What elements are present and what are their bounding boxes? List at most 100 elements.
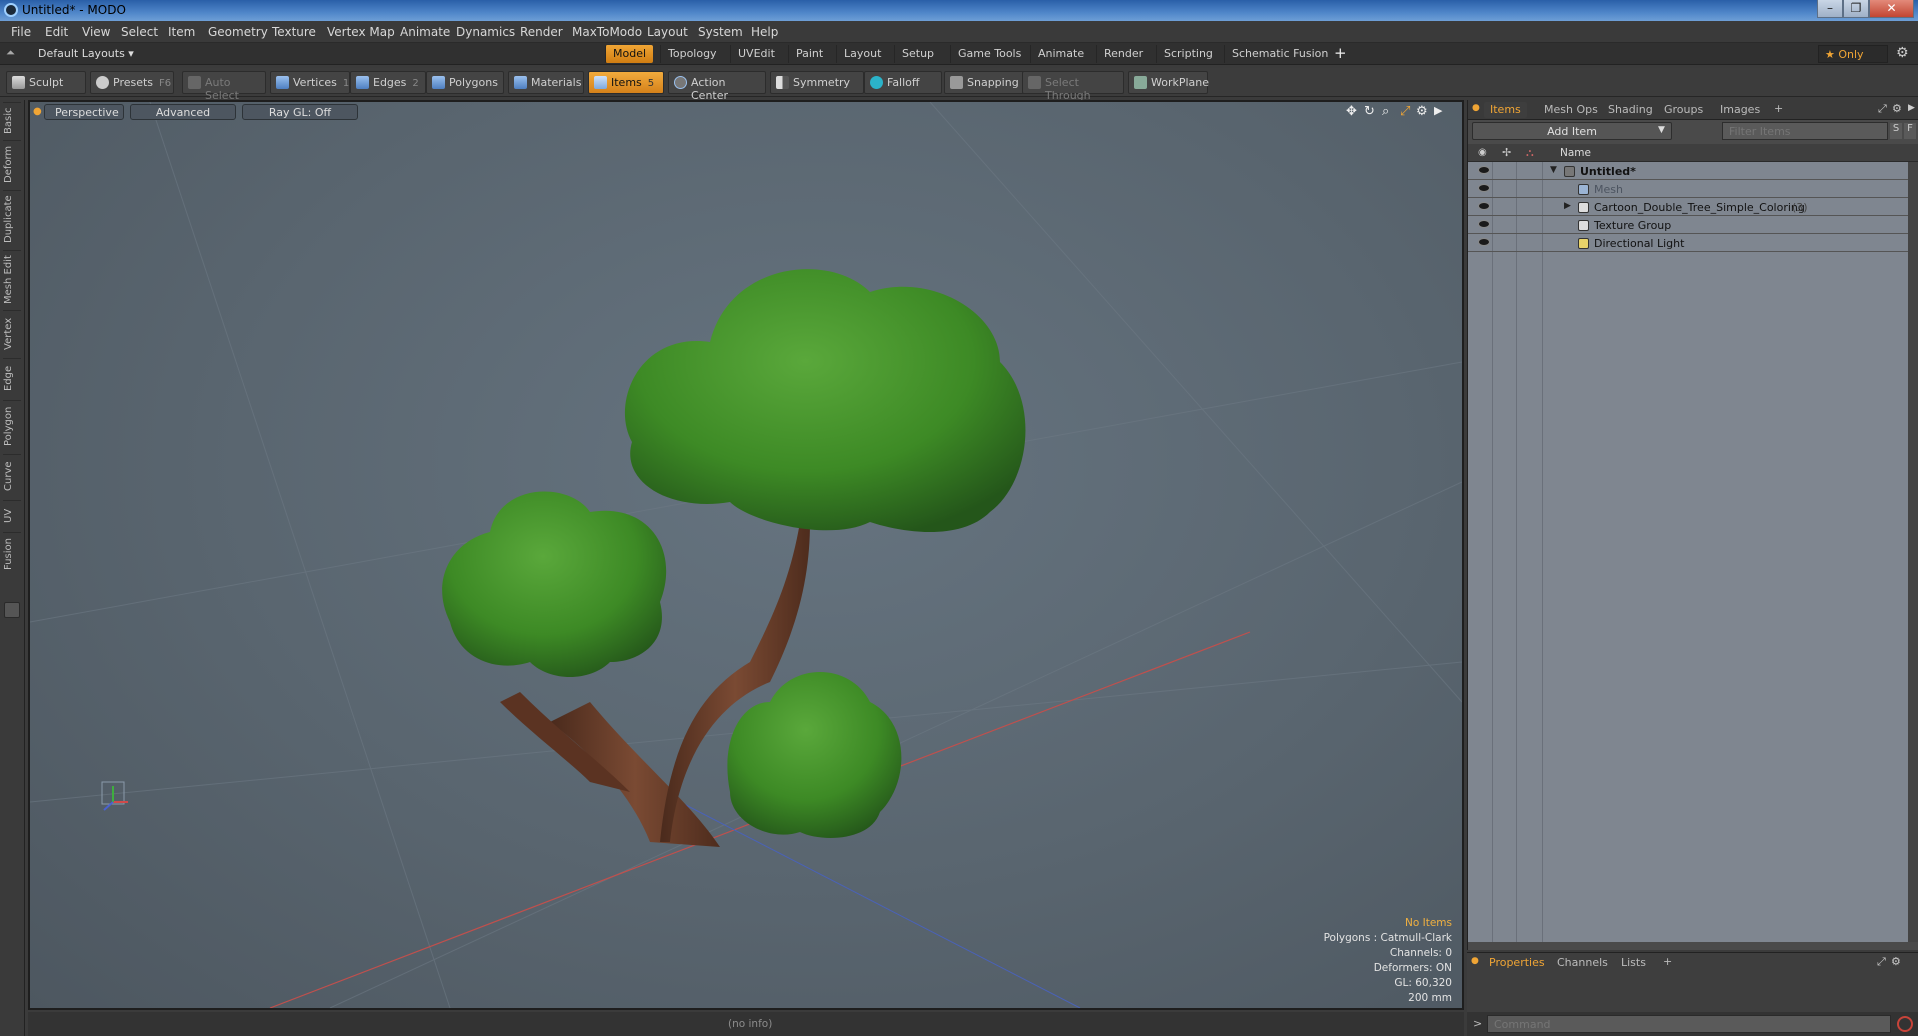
tab-scripting[interactable]: Scripting: [1156, 45, 1220, 63]
filter-s-button[interactable]: S: [1890, 123, 1902, 139]
tab-topology[interactable]: Topology: [660, 45, 724, 63]
menu-texture[interactable]: Texture: [272, 25, 316, 39]
layout-toggle-icon[interactable]: ⏶: [6, 46, 15, 60]
raygl-toggle[interactable]: Ray GL: Off: [242, 104, 358, 120]
type-column-icon[interactable]: ⛬: [1526, 146, 1534, 160]
filter-f-button[interactable]: F: [1904, 123, 1916, 139]
sidebar-tab-polygon[interactable]: Polygon: [3, 400, 21, 452]
close-button[interactable]: ✕: [1869, 0, 1914, 18]
falloff-button[interactable]: Falloff: [864, 71, 942, 94]
add-props-tab-icon[interactable]: +: [1663, 955, 1672, 968]
only-toggle[interactable]: ★ Only: [1818, 45, 1888, 63]
select-through-button[interactable]: Select Through: [1022, 71, 1124, 102]
panel-arrow-icon[interactable]: ▶: [1908, 103, 1915, 113]
tab-properties[interactable]: Properties: [1483, 955, 1551, 971]
tree-row-directional-light[interactable]: Directional Light: [1468, 234, 1908, 252]
menu-maxtomodo[interactable]: MaxToModo: [572, 25, 642, 39]
props-expand-icon[interactable]: ⤢: [1877, 955, 1886, 969]
menu-help[interactable]: Help: [751, 25, 778, 39]
snapping-button[interactable]: Snapping: [944, 71, 1026, 94]
sidebar-tab-vertex[interactable]: Vertex: [3, 310, 21, 356]
minimize-button[interactable]: –: [1817, 0, 1843, 18]
menu-edit[interactable]: Edit: [45, 25, 68, 39]
pan-icon[interactable]: ✥: [1346, 104, 1357, 119]
auto-select-button[interactable]: Auto Select: [182, 71, 266, 102]
tab-layout[interactable]: Layout: [836, 45, 888, 63]
sidebar-tab-deform[interactable]: Deform: [3, 140, 21, 188]
menu-dynamics[interactable]: Dynamics: [456, 25, 515, 39]
items-button[interactable]: Items 5: [588, 71, 664, 94]
viewport-settings-icon[interactable]: ⚙: [1416, 104, 1428, 119]
materials-button[interactable]: Materials: [508, 71, 584, 94]
visibility-eye-icon[interactable]: [1478, 238, 1490, 246]
tree-row-scene[interactable]: ▼ Untitled*: [1468, 162, 1908, 180]
sidebar-tab-fusion[interactable]: Fusion: [3, 532, 21, 576]
action-center-button[interactable]: Action Center: [668, 71, 766, 102]
sculpt-button[interactable]: Sculpt: [6, 71, 86, 94]
tab-groups[interactable]: Groups: [1658, 102, 1709, 118]
viewport-expand-icon[interactable]: ▶: [1434, 104, 1442, 117]
panel-expand-icon[interactable]: ⤢: [1878, 102, 1887, 116]
tab-channels[interactable]: Channels: [1551, 955, 1614, 971]
visibility-eye-icon[interactable]: [1478, 166, 1490, 174]
sidebar-tab-mesh-edit[interactable]: Mesh Edit: [3, 250, 21, 308]
sidebar-tab-basic[interactable]: Basic: [3, 102, 21, 138]
symmetry-button[interactable]: Symmetry: [770, 71, 864, 94]
tab-uvedit[interactable]: UVEdit: [730, 45, 782, 63]
tab-shading[interactable]: Shading: [1602, 102, 1659, 118]
command-history-icon[interactable]: [1897, 1016, 1913, 1032]
sidebar-collapse-button[interactable]: [4, 602, 20, 618]
lock-column-icon[interactable]: ✢: [1502, 146, 1511, 159]
panel-gear-icon[interactable]: ⚙: [1892, 102, 1902, 115]
collapse-arrow-icon[interactable]: ▼: [1550, 165, 1557, 175]
add-panel-tab-icon[interactable]: +: [1774, 102, 1783, 115]
command-input[interactable]: [1487, 1015, 1891, 1033]
vertices-button[interactable]: Vertices 1: [270, 71, 350, 94]
menu-layout[interactable]: Layout: [647, 25, 688, 39]
layout-selector[interactable]: Default Layouts ▾: [38, 47, 134, 60]
tree-row-mesh[interactable]: Mesh: [1468, 180, 1908, 198]
sidebar-tab-edge[interactable]: Edge: [3, 358, 21, 398]
menu-render[interactable]: Render: [520, 25, 563, 39]
sidebar-tab-curve[interactable]: Curve: [3, 454, 21, 498]
tab-schematic-fusion[interactable]: Schematic Fusion: [1224, 45, 1335, 63]
panel-menu-dot-icon[interactable]: ●: [1472, 103, 1480, 113]
tab-game-tools[interactable]: Game Tools: [950, 45, 1028, 63]
menu-geometry[interactable]: Geometry: [208, 25, 268, 39]
menu-vertex-map[interactable]: Vertex Map: [327, 25, 395, 39]
tab-animate[interactable]: Animate: [1030, 45, 1091, 63]
workplane-button[interactable]: WorkPlane: [1128, 71, 1209, 94]
gear-icon[interactable]: ⚙: [1896, 45, 1909, 61]
tab-model[interactable]: Model: [605, 45, 654, 63]
tree-row-tree-group[interactable]: ▶ Cartoon_Double_Tree_Simple_Coloring (3…: [1468, 198, 1908, 216]
props-menu-dot-icon[interactable]: ●: [1471, 956, 1479, 966]
viewport-menu-dot-icon[interactable]: ●: [33, 106, 42, 117]
presets-button[interactable]: Presets F6: [90, 71, 174, 94]
visibility-eye-icon[interactable]: [1478, 184, 1490, 192]
menu-file[interactable]: File: [11, 25, 31, 39]
menu-select[interactable]: Select: [121, 25, 158, 39]
props-gear-icon[interactable]: ⚙: [1891, 955, 1901, 968]
tab-lists[interactable]: Lists: [1615, 955, 1652, 971]
tab-render[interactable]: Render: [1096, 45, 1150, 63]
add-item-button[interactable]: Add Item: [1472, 122, 1672, 140]
expand-arrow-icon[interactable]: ▶: [1564, 201, 1571, 211]
tree-row-texture-group[interactable]: Texture Group: [1468, 216, 1908, 234]
name-column-header[interactable]: Name: [1560, 147, 1591, 159]
fit-view-icon[interactable]: ⤢: [1400, 104, 1410, 119]
3d-viewport[interactable]: ● Perspective Advanced Ray GL: Off ✥ ↻ ⌕…: [28, 100, 1464, 1010]
maximize-button[interactable]: ❐: [1843, 0, 1869, 18]
sidebar-tab-uv[interactable]: UV: [3, 500, 21, 530]
edges-button[interactable]: Edges 2: [350, 71, 426, 94]
view-type-dropdown[interactable]: Perspective: [44, 104, 124, 120]
tab-paint[interactable]: Paint: [788, 45, 830, 63]
polygons-button[interactable]: Polygons: [426, 71, 504, 94]
menu-view[interactable]: View: [82, 25, 110, 39]
menu-item[interactable]: Item: [168, 25, 195, 39]
zoom-icon[interactable]: ⌕: [1382, 104, 1389, 119]
filter-items-input[interactable]: [1722, 122, 1888, 140]
tab-items[interactable]: Items: [1484, 102, 1527, 118]
tab-mesh-ops[interactable]: Mesh Ops: [1538, 102, 1604, 118]
rotate-icon[interactable]: ↻: [1364, 104, 1375, 119]
visibility-column-icon[interactable]: ◉: [1478, 147, 1487, 158]
